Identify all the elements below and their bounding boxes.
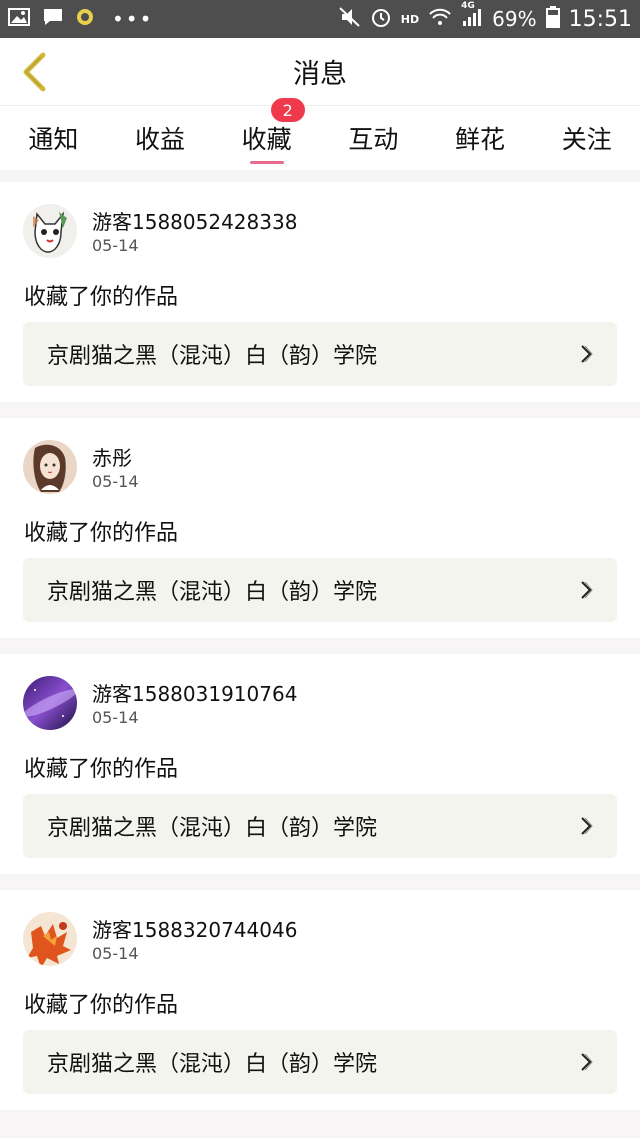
message-card: 赤彤 05-14 收藏了你的作品 京剧猫之黑（混沌）白（韵）学院 xyxy=(0,418,640,638)
mute-icon xyxy=(339,6,361,32)
work-link[interactable]: 京剧猫之黑（混沌）白（韵）学院 xyxy=(23,322,617,386)
alarm-icon xyxy=(370,6,392,33)
wifi-icon xyxy=(428,7,452,31)
hd-label: HD xyxy=(400,12,420,26)
action-text: 收藏了你的作品 xyxy=(24,993,179,1018)
unread-badge: 2 xyxy=(270,98,305,122)
message-date: 05-14 xyxy=(92,944,139,963)
image-icon xyxy=(8,8,30,30)
work-link[interactable]: 京剧猫之黑（混沌）白（韵）学院 xyxy=(23,794,617,858)
app-icon xyxy=(76,8,94,30)
action-text: 收藏了你的作品 xyxy=(24,285,179,310)
tab-label: 鲜花 xyxy=(455,125,506,154)
galaxy-avatar[interactable] xyxy=(23,676,77,730)
work-title: 京剧猫之黑（混沌）白（韵）学院 xyxy=(47,580,378,605)
tab-follows[interactable]: 关注 xyxy=(533,106,640,170)
chat-icon xyxy=(42,7,64,31)
tab-label: 互动 xyxy=(348,125,399,154)
work-title: 京剧猫之黑（混沌）白（韵）学院 xyxy=(47,816,378,841)
tab-label: 收益 xyxy=(135,125,186,154)
username: 游客1588052428338 xyxy=(92,210,298,234)
chevron-right-icon xyxy=(579,343,593,365)
tab-favorites[interactable]: 收藏 2 xyxy=(213,98,320,170)
tab-label: 收藏 xyxy=(241,125,292,154)
message-card: 游客1588052428338 05-14 收藏了你的作品 京剧猫之黑（混沌）白… xyxy=(0,182,640,402)
battery-icon xyxy=(545,5,560,33)
message-list: 游客1588052428338 05-14 收藏了你的作品 京剧猫之黑（混沌）白… xyxy=(0,182,640,1126)
username: 游客1588031910764 xyxy=(92,682,298,706)
username: 赤彤 xyxy=(92,446,132,470)
status-bar: ••• HD 4G 69% 15:51 xyxy=(0,0,640,38)
tab-notifications[interactable]: 通知 xyxy=(0,106,107,170)
username: 游客1588320744046 xyxy=(92,918,298,942)
message-date: 05-14 xyxy=(92,472,139,491)
message-date: 05-14 xyxy=(92,708,139,727)
more-dots: ••• xyxy=(112,7,154,31)
message-date: 05-14 xyxy=(92,236,139,255)
signal-icon: 4G xyxy=(461,1,483,32)
work-link[interactable]: 京剧猫之黑（混沌）白（韵）学院 xyxy=(23,1030,617,1094)
clock: 15:51 xyxy=(568,6,632,32)
illustrated-girl-avatar[interactable] xyxy=(23,440,77,494)
opera-mask-avatar[interactable] xyxy=(23,204,77,258)
chevron-left-icon xyxy=(23,52,46,92)
action-text: 收藏了你的作品 xyxy=(24,757,179,782)
tab-flowers[interactable]: 鲜花 xyxy=(427,106,534,170)
work-title: 京剧猫之黑（混沌）白（韵）学院 xyxy=(47,1052,378,1077)
chevron-right-icon xyxy=(579,815,593,837)
network-label: 4G xyxy=(461,0,475,11)
tab-earnings[interactable]: 收益 xyxy=(107,106,214,170)
action-text: 收藏了你的作品 xyxy=(24,521,179,546)
tab-label: 通知 xyxy=(28,125,79,154)
message-card: 游客1588320744046 05-14 收藏了你的作品 京剧猫之黑（混沌）白… xyxy=(0,890,640,1110)
tab-label: 关注 xyxy=(561,125,612,154)
chevron-right-icon xyxy=(579,1051,593,1073)
active-tab-indicator xyxy=(249,161,284,164)
back-button[interactable] xyxy=(14,52,54,92)
work-title: 京剧猫之黑（混沌）白（韵）学院 xyxy=(47,344,378,369)
page-title: 消息 xyxy=(293,59,347,90)
tab-bar: 通知 收益 收藏 2 互动 鲜花 关注 xyxy=(0,98,640,170)
message-card: 游客1588031910764 05-14 收藏了你的作品 京剧猫之黑（混沌）白… xyxy=(0,654,640,874)
autumn-leaves-avatar[interactable] xyxy=(23,912,77,966)
work-link[interactable]: 京剧猫之黑（混沌）白（韵）学院 xyxy=(23,558,617,622)
tab-interactions[interactable]: 互动 xyxy=(320,106,427,170)
header: 消息 xyxy=(0,38,640,106)
chevron-right-icon xyxy=(579,579,593,601)
battery-percent: 69% xyxy=(492,7,537,31)
